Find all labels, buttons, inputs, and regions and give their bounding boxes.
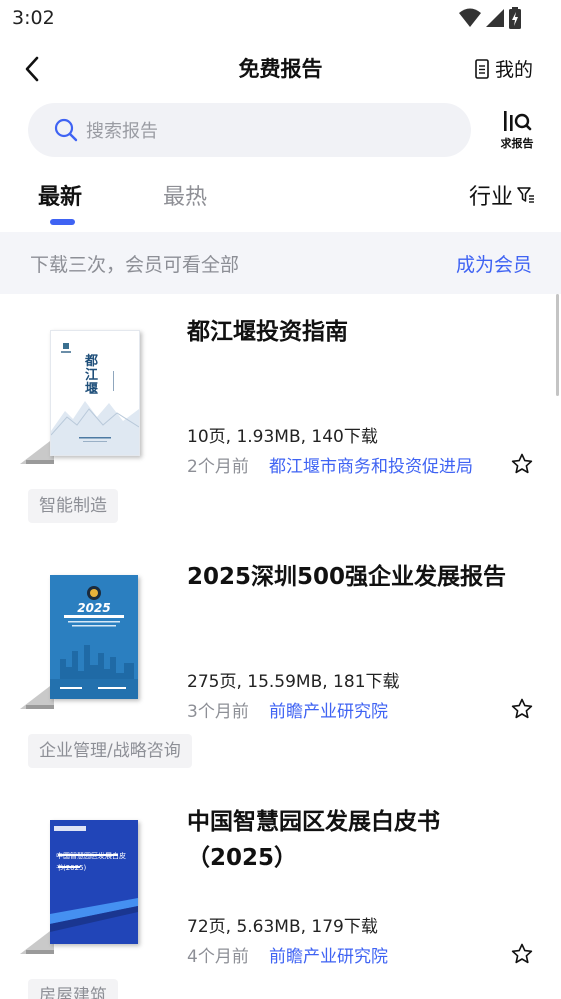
document-icon (475, 58, 489, 79)
star-icon[interactable] (510, 942, 534, 966)
industry-filter-button[interactable]: 行业 (469, 179, 535, 211)
report-item[interactable]: 2025 2025深圳500强企业发展报告 275页, 15.59MB, 181… (0, 539, 561, 784)
star-icon[interactable] (510, 452, 534, 476)
report-item[interactable]: 中国智慧园区发展白皮书(2025) 中国智慧园区发展白皮书（2025） 72页,… (0, 784, 561, 999)
become-member-link[interactable]: 成为会员 (456, 250, 532, 277)
report-meta: 10页, 1.93MB, 140下载 (187, 427, 378, 447)
report-tag[interactable]: 房屋建筑 (28, 979, 118, 999)
report-meta: 72页, 5.63MB, 179下载 (187, 917, 378, 937)
report-cover: 2025 (20, 575, 142, 709)
request-report-button[interactable]: 求报告 (495, 109, 539, 155)
search-icon (54, 118, 78, 142)
report-title: 2025深圳500强企业发展报告 (187, 564, 507, 590)
nav-bar: 免费报告 我的 (0, 38, 561, 98)
tab-bar: 最新 最热 行业 (0, 165, 561, 231)
industry-filter-label: 行业 (468, 185, 513, 210)
status-bar: 3:02 (0, 0, 561, 38)
report-source-link[interactable]: 前瞻产业研究院 (269, 697, 388, 722)
report-date: 2个月前 (187, 457, 249, 477)
tab-latest[interactable]: 最新 (38, 179, 82, 211)
search-placeholder: 搜索报告 (86, 121, 158, 142)
filter-icon (517, 187, 534, 203)
cover-title: 中国智慧园区发展白皮书(2025) (56, 852, 126, 872)
report-tag[interactable]: 企业管理/战略咨询 (28, 734, 192, 768)
report-cover: 都江堰 (20, 330, 142, 464)
cover-title: 2025 (77, 601, 111, 615)
tab-hot[interactable]: 最热 (163, 179, 207, 211)
status-time: 3:02 (12, 7, 55, 29)
cover-title: 都江堰 (85, 354, 99, 397)
signal-icon (486, 9, 504, 27)
battery-icon (509, 7, 521, 29)
report-meta: 275页, 15.59MB, 181下载 (187, 672, 400, 692)
report-list: 都江堰 都江堰投资指南 10页, 1.93MB, 140下载 2个月前 都江堰市… (0, 294, 561, 999)
report-item[interactable]: 都江堰 都江堰投资指南 10页, 1.93MB, 140下载 2个月前 都江堰市… (0, 294, 561, 539)
status-icons (459, 7, 521, 29)
my-reports-button[interactable]: 我的 (475, 55, 533, 82)
report-source-link[interactable]: 前瞻产业研究院 (269, 942, 388, 967)
member-banner: 下载三次，会员可看全部 成为会员 (0, 232, 561, 294)
search-input[interactable]: 搜索报告 (28, 103, 471, 157)
report-cover: 中国智慧园区发展白皮书(2025) (20, 820, 142, 954)
request-report-label: 求报告 (500, 137, 534, 150)
report-tag[interactable]: 智能制造 (28, 489, 118, 523)
report-date: 4个月前 (187, 947, 249, 967)
tab-indicator (50, 219, 75, 225)
report-source-link[interactable]: 都江堰市商务和投资促进局 (269, 452, 473, 477)
request-report-icon (504, 111, 532, 131)
report-date: 3个月前 (187, 702, 249, 722)
wifi-icon (459, 8, 481, 27)
my-reports-label: 我的 (494, 59, 533, 81)
report-title: 中国智慧园区发展白皮书（2025） (187, 809, 440, 871)
banner-text: 下载三次，会员可看全部 (30, 254, 240, 276)
report-title: 都江堰投资指南 (187, 319, 348, 345)
star-icon[interactable] (510, 697, 534, 721)
